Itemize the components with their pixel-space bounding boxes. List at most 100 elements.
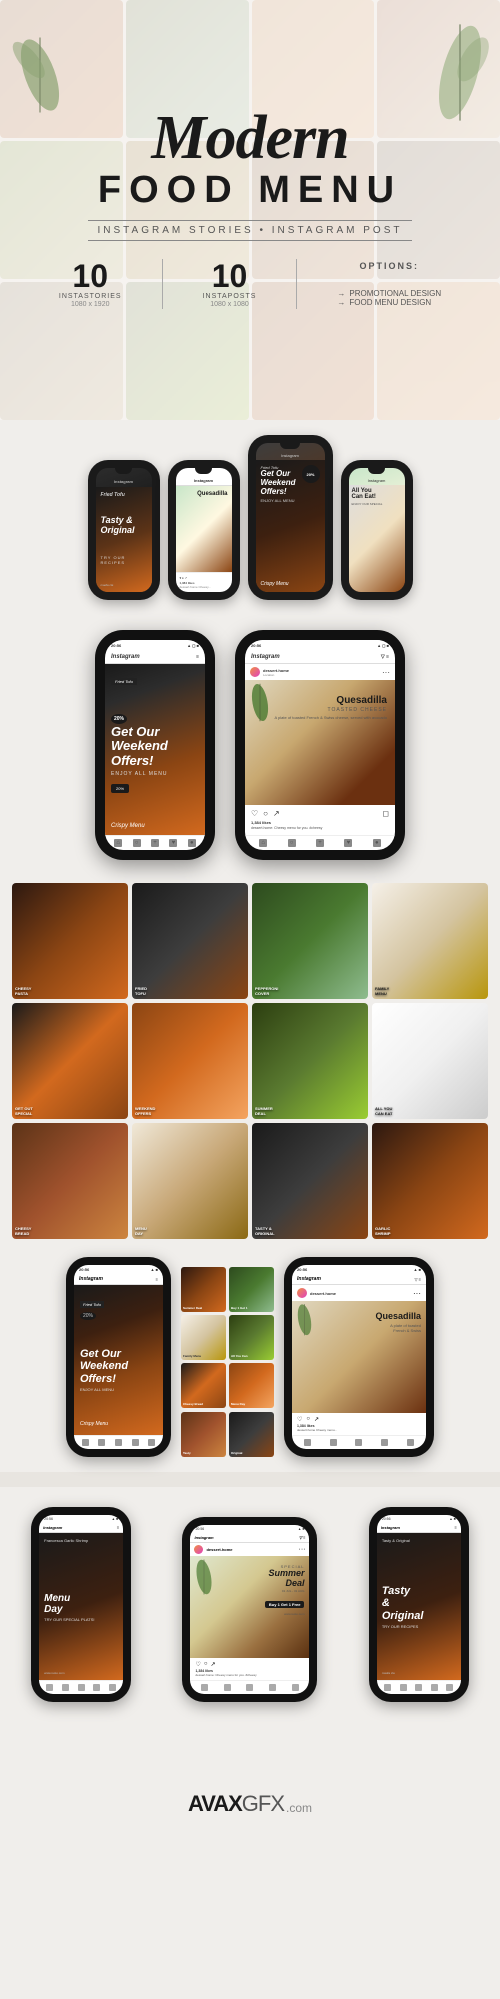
trio-nav-home[interactable] bbox=[82, 1439, 89, 1446]
nav-heart-icon-post[interactable]: ♥ bbox=[344, 839, 352, 847]
bottom-nav-search-1[interactable] bbox=[62, 1684, 69, 1691]
bottom-nav-add-1[interactable] bbox=[78, 1684, 85, 1691]
trio-nav-profile[interactable] bbox=[148, 1439, 155, 1446]
nav-heart-icon[interactable]: ♥ bbox=[169, 839, 177, 847]
story-offer-badge: 20% bbox=[111, 716, 199, 722]
bottom-ig-bar-3: Instagram ≡ bbox=[377, 1523, 461, 1533]
mini-tmpl-6: Menu Day bbox=[229, 1363, 274, 1408]
bottom-nav-add-3[interactable] bbox=[415, 1684, 422, 1691]
nav-profile-icon-post[interactable]: ● bbox=[373, 839, 381, 847]
share-icon[interactable]: ↗ bbox=[273, 809, 280, 818]
template-label-10: MENUDAY bbox=[135, 1226, 245, 1236]
bottom-nav-heart-3[interactable] bbox=[431, 1684, 438, 1691]
trio-headline-1: Get OurWeekendOffers! bbox=[80, 1348, 157, 1384]
bottom-post-actions-2: ♡ ○ ↗ 1,384 likes dessert.home: Cheesy m… bbox=[190, 1658, 309, 1680]
nav-add-icon-post[interactable]: + bbox=[316, 839, 324, 847]
bottom-screen-3: 20:56 ▲ ■ Instagram ≡ Tasty & Original T… bbox=[377, 1515, 461, 1694]
trio-more[interactable]: ··· bbox=[413, 1289, 421, 1298]
trio-action-icons[interactable]: ♡ ○ ↗ bbox=[297, 1416, 421, 1423]
bottom-like-2[interactable]: ♡ bbox=[195, 1661, 200, 1668]
post-action-icons[interactable]: ♡ ○ ↗ ◻ bbox=[251, 809, 389, 818]
trio-ig-1: Instagram ≡ bbox=[74, 1274, 163, 1285]
trio-ig-icons-1: ≡ bbox=[156, 1277, 158, 1282]
bottom-phone-2: 20:56 ▲ ■ Instagram ▽ ≡ dessert.home ···… bbox=[182, 1517, 317, 1702]
section-divider-1 bbox=[0, 1472, 500, 1487]
comment-icon[interactable]: ○ bbox=[263, 809, 268, 818]
trio-share-icon[interactable]: ↗ bbox=[314, 1416, 319, 1423]
trio-like-icon[interactable]: ♡ bbox=[297, 1416, 302, 1423]
bottom-nav-profile-2[interactable] bbox=[292, 1684, 299, 1691]
bottom-post-image-2: Special SummerDeal 01 JUL - 31 AUG Buy 1… bbox=[190, 1556, 309, 1658]
post-image: Quesadilla TOASTED CHEESE A plate of toa… bbox=[245, 680, 395, 805]
nav-add-icon[interactable]: + bbox=[151, 839, 159, 847]
bottom-more-2[interactable]: ··· bbox=[298, 1546, 305, 1553]
phone-mockup-4: Instagram All YouCan Eat! ENJOY OUR SPEC… bbox=[341, 460, 413, 600]
bottom-nav-add-2[interactable] bbox=[246, 1684, 253, 1691]
hero-title-food: FOOD MENU bbox=[98, 169, 402, 212]
trio-post-image: Quesadilla A plate of toastedFrench & Sw… bbox=[292, 1301, 426, 1413]
avax-logo: AVAX bbox=[188, 1791, 242, 1817]
bottom-nav-home-1[interactable] bbox=[46, 1684, 53, 1691]
bottom-nav-home-2[interactable] bbox=[201, 1684, 208, 1691]
nav-search-icon[interactable]: ○ bbox=[133, 839, 141, 847]
template-cheesy-bread: CHEESYBREAD bbox=[12, 1123, 128, 1239]
status-bar-post: 20:56 ▲ ◻ ■ bbox=[245, 640, 395, 651]
bottom-story-mid-1: MenuDay TRY OUR SPECIAL PLATS! bbox=[44, 1593, 118, 1622]
trio-time-1: 20:56 bbox=[79, 1267, 89, 1272]
trio-nav2-home[interactable] bbox=[304, 1439, 311, 1446]
bottom-ig-text-2: Instagram bbox=[194, 1535, 213, 1540]
bottom-ig-bar-2: Instagram ▽ ≡ bbox=[190, 1533, 309, 1543]
bottom-ig-text-1: Instagram bbox=[43, 1525, 62, 1530]
bottom-headline-1: MenuDay bbox=[44, 1593, 118, 1615]
bottom-time-1: 20:56 bbox=[44, 1517, 53, 1521]
template-family-menu: FAMILYMENU bbox=[372, 883, 488, 999]
trio-nav2-add[interactable] bbox=[355, 1439, 362, 1446]
bottom-story-top-3: Tasty & Original bbox=[382, 1538, 456, 1543]
mini-tmpl-4: All You Can bbox=[229, 1315, 274, 1360]
nav-search-icon-post[interactable]: ○ bbox=[288, 839, 296, 847]
bottom-nav-heart-2[interactable] bbox=[269, 1684, 276, 1691]
bottom-nav-home-3[interactable] bbox=[384, 1684, 391, 1691]
bottom-nav-profile-1[interactable] bbox=[109, 1684, 116, 1691]
nav-home-icon[interactable]: ⌂ bbox=[114, 839, 122, 847]
hero-options-list: PROMOTIONAL DESIGN FOOD MENU DESIGN bbox=[337, 289, 441, 307]
post-more-icon[interactable]: ··· bbox=[382, 668, 390, 677]
trio-nav2-profile[interactable] bbox=[407, 1439, 414, 1446]
bookmark-icon[interactable]: ◻ bbox=[382, 809, 389, 818]
hero-section: Modern FOOD MENU Instagram Stories • Ins… bbox=[0, 0, 500, 420]
bottom-nav-search-2[interactable] bbox=[224, 1684, 231, 1691]
bottom-deal-cta: Buy 1 Get 1 Free bbox=[265, 1601, 305, 1608]
story-subline: ENJOY ALL MENU bbox=[111, 771, 199, 777]
trio-nav-search[interactable] bbox=[98, 1439, 105, 1446]
trio-nav2-search[interactable] bbox=[330, 1439, 337, 1446]
bottom-sub-3: TRY OUR RECIPES bbox=[382, 1624, 456, 1629]
trio-nav2-heart[interactable] bbox=[381, 1439, 388, 1446]
trio-nav-add[interactable] bbox=[115, 1439, 122, 1446]
trio-nav-2 bbox=[292, 1435, 426, 1449]
bottom-nav-search-3[interactable] bbox=[400, 1684, 407, 1691]
trio-username: dessert.home bbox=[310, 1291, 336, 1296]
like-icon[interactable]: ♡ bbox=[251, 809, 258, 818]
template-menu-day: MENUDAY bbox=[132, 1123, 248, 1239]
trio-nav-heart[interactable] bbox=[132, 1439, 139, 1446]
bottom-icons-actions-2[interactable]: ♡ ○ ↗ bbox=[195, 1661, 304, 1668]
phone-notch bbox=[115, 468, 132, 474]
bottom-comment-2[interactable]: ○ bbox=[204, 1661, 208, 1668]
hero-stat-stories-size: 1080 x 1920 bbox=[59, 301, 122, 308]
bottom-share-2[interactable]: ↗ bbox=[211, 1661, 216, 1668]
trio-comment-icon[interactable]: ○ bbox=[306, 1416, 310, 1423]
bottom-nav-heart-1[interactable] bbox=[93, 1684, 100, 1691]
trio-bottom-1: Crispy Menu bbox=[80, 1421, 157, 1427]
nav-profile-icon[interactable]: ● bbox=[188, 839, 196, 847]
trio-icons-1: ▲ ■ bbox=[151, 1267, 159, 1272]
trio-post-actions-section: ♡ ○ ↗ 1,384 likes dessert.home Cheesy me… bbox=[292, 1413, 426, 1435]
bottom-screen-1: 20:56 ▲ ■ Instagram ≡ Francesca Garlic S… bbox=[39, 1515, 123, 1694]
bottom-nav-2 bbox=[190, 1680, 309, 1694]
bottom-ig-bar-1: Instagram ≡ bbox=[39, 1523, 123, 1533]
nav-home-icon-post[interactable]: ⌂ bbox=[259, 839, 267, 847]
trio-percent-1: 20% bbox=[80, 1312, 96, 1320]
bottom-nav-profile-3[interactable] bbox=[446, 1684, 453, 1691]
bottom-leaf-2 bbox=[190, 1556, 218, 1598]
bottom-story-top-1: Francesca Garlic Shrimp bbox=[44, 1538, 118, 1543]
template-garlic-shrimp: GARLICSHRIMP bbox=[372, 1123, 488, 1239]
